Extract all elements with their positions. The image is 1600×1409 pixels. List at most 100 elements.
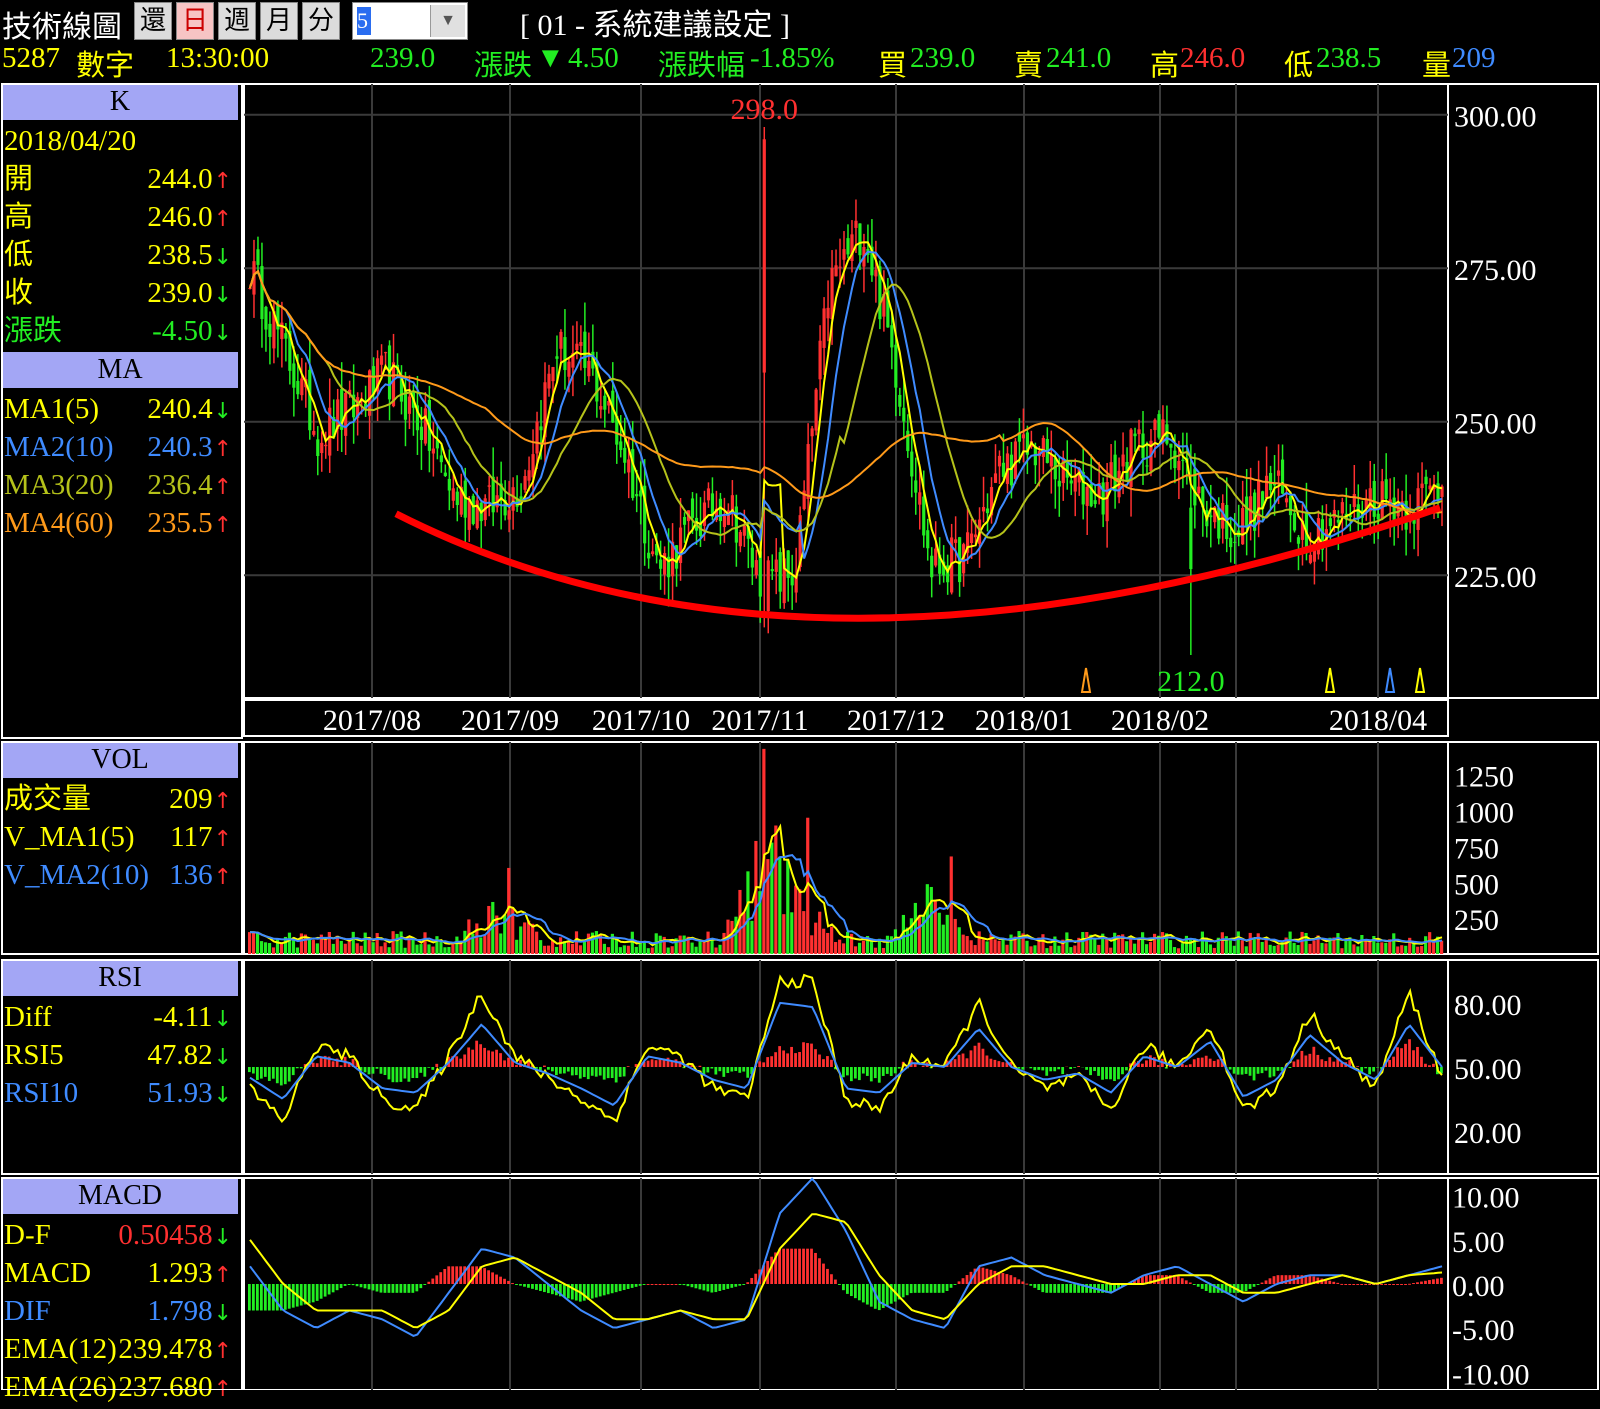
rsi-diff-bar xyxy=(1089,1067,1092,1075)
rsi-diff-bar xyxy=(384,1067,387,1075)
macd-hist-bar xyxy=(878,1284,881,1310)
candle-body xyxy=(1293,513,1296,530)
volume-bar xyxy=(798,889,801,954)
candle-body xyxy=(440,455,443,462)
date-tick-2: 2017/10 xyxy=(592,704,690,737)
candle-body xyxy=(635,494,638,496)
volume-bar xyxy=(475,923,478,954)
candle-body xyxy=(587,361,590,376)
macd-hist-bar xyxy=(922,1284,925,1293)
macd-hist-bar xyxy=(926,1284,929,1293)
volume-bar xyxy=(774,826,777,954)
candle-body xyxy=(599,406,602,410)
volume-bar xyxy=(1161,932,1164,954)
volume-bar xyxy=(1113,933,1116,954)
rsi-diff-bar xyxy=(994,1060,997,1067)
rsi-diff-bar xyxy=(746,1067,749,1078)
macd-hist-bar xyxy=(1185,1280,1188,1284)
macd-hist-bar xyxy=(1428,1280,1431,1284)
rsi-diff-bar xyxy=(886,1067,889,1074)
volume-bar xyxy=(982,939,985,954)
volume-bar xyxy=(1269,945,1272,954)
macd-hist-bar xyxy=(1165,1275,1168,1284)
candle-body xyxy=(791,576,794,585)
macd-hist-bar xyxy=(591,1284,594,1299)
macd-hist-bar xyxy=(1436,1279,1439,1284)
macd-hist-bar xyxy=(706,1284,709,1291)
volume-bar xyxy=(1376,943,1379,954)
candle-body xyxy=(316,439,319,456)
volume-bar xyxy=(746,871,749,954)
volume-bar xyxy=(695,947,698,954)
macd-hist-bar xyxy=(786,1249,789,1284)
candle-body xyxy=(811,428,814,436)
volume-bar xyxy=(874,948,877,954)
volume-bar xyxy=(1233,946,1236,954)
rsi-diff-bar xyxy=(459,1059,462,1067)
rsi-diff-bar xyxy=(264,1067,267,1077)
macd-hist-bar xyxy=(1368,1284,1371,1285)
volume-bar xyxy=(547,946,550,954)
macd-hist-bar xyxy=(994,1271,997,1284)
macd-y-tick-0: 10.00 xyxy=(1452,1182,1520,1215)
candle-body xyxy=(751,548,754,568)
rsi-diff-bar xyxy=(810,1044,813,1067)
candle-body xyxy=(567,362,570,377)
rsi-diff-bar xyxy=(790,1047,793,1067)
volume-bar xyxy=(886,936,889,954)
rsi-diff-bar xyxy=(1125,1067,1128,1070)
volume-bar xyxy=(1384,943,1387,954)
macd-hist-bar xyxy=(623,1284,626,1290)
rsi-diff-bar xyxy=(1420,1057,1423,1067)
rsi-diff-bar xyxy=(364,1067,367,1072)
rsi-diff-bar xyxy=(1265,1067,1268,1071)
macd-hist-bar xyxy=(571,1284,574,1299)
candle-body xyxy=(527,470,530,480)
rsi-diff-bar xyxy=(388,1067,391,1079)
macd-hist-bar xyxy=(966,1275,969,1284)
macd-hist-bar xyxy=(683,1284,686,1285)
macd-hist-bar xyxy=(886,1284,889,1306)
macd-hist-bar xyxy=(838,1284,841,1285)
candle-body xyxy=(647,553,650,559)
macd-hist-bar xyxy=(491,1272,494,1284)
macd-hist-bar xyxy=(986,1269,989,1284)
rsi-diff-bar xyxy=(427,1067,430,1068)
macd-hist-bar xyxy=(702,1284,705,1290)
macd-hist-bar xyxy=(519,1284,522,1286)
rsi-diff-bar xyxy=(1300,1051,1303,1067)
volume-bar xyxy=(268,943,271,954)
volume-bar xyxy=(1017,931,1020,954)
candle-body xyxy=(1353,494,1356,507)
rsi-diff-bar xyxy=(1105,1067,1108,1079)
volume-bar xyxy=(1137,939,1140,954)
rsi-diff-bar xyxy=(435,1064,438,1067)
volume-bar xyxy=(706,932,709,954)
volume-bar xyxy=(1340,948,1343,954)
candle-body xyxy=(563,337,566,370)
macd-hist-bar xyxy=(722,1284,725,1290)
rsi-diff-bar xyxy=(778,1046,781,1067)
volume-bar xyxy=(1265,940,1268,954)
macd-hist-bar xyxy=(854,1284,857,1298)
candle-body xyxy=(292,363,295,387)
k-y-tick-3: 225.00 xyxy=(1454,561,1537,594)
candle-body xyxy=(1153,420,1156,430)
rsi-diff-bar xyxy=(786,1053,789,1067)
volume-bar xyxy=(579,945,582,954)
candle-body xyxy=(1058,481,1061,487)
volume-bar xyxy=(997,941,1000,954)
volume-bar xyxy=(443,947,446,954)
volume-bar xyxy=(1289,932,1292,954)
macd-hist-bar xyxy=(1197,1284,1200,1287)
macd-hist-bar xyxy=(750,1278,753,1284)
candle-body xyxy=(452,488,455,500)
volume-bar xyxy=(312,940,315,954)
candle-body xyxy=(998,456,1001,466)
candle-body xyxy=(1173,451,1176,468)
volume-bar xyxy=(906,928,909,954)
macd-hist-bar xyxy=(1029,1284,1032,1286)
rsi-diff-bar xyxy=(1029,1067,1032,1068)
candle-body xyxy=(974,535,977,538)
candle-body xyxy=(759,551,762,596)
